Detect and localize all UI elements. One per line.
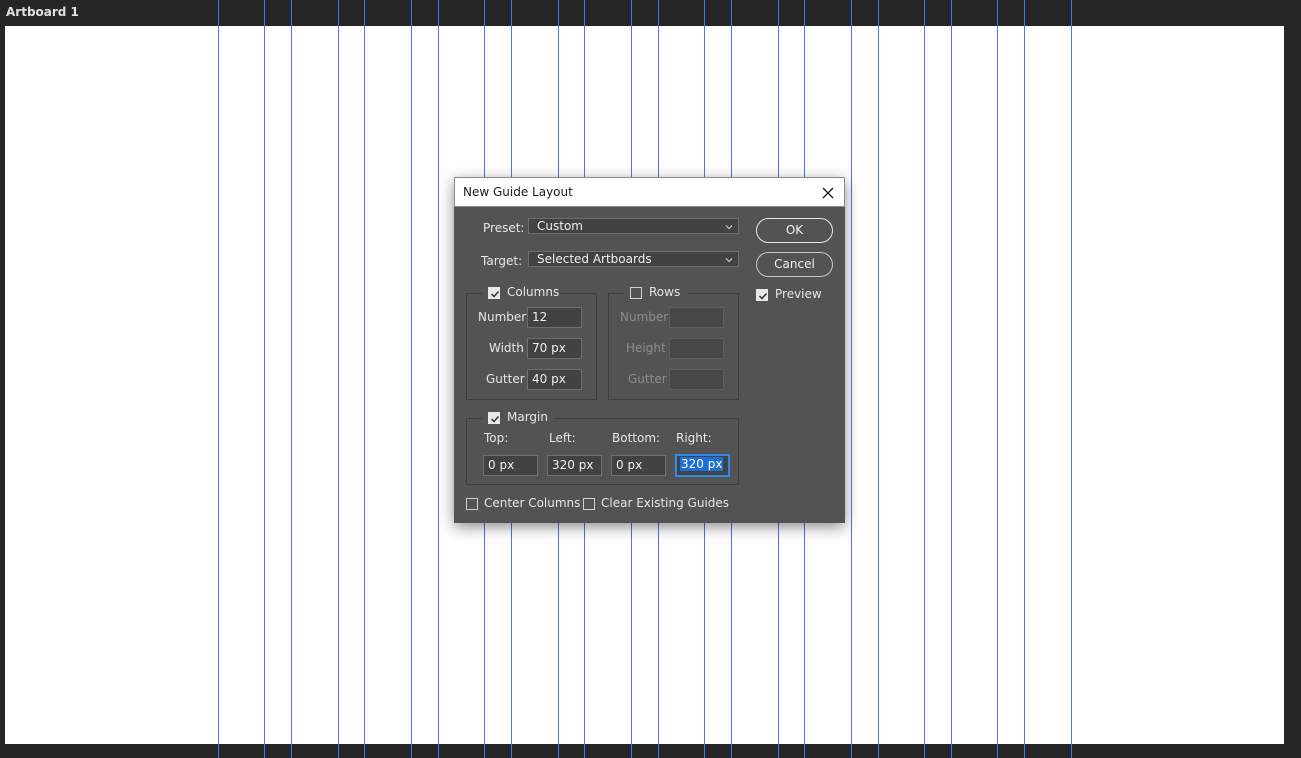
margin-bottom-label: Bottom: <box>612 431 661 445</box>
columns-width-input[interactable]: 70 px <box>527 338 582 359</box>
guide-line <box>364 0 365 758</box>
columns-gutter-label: Gutter <box>486 372 525 386</box>
chevron-down-icon <box>724 221 734 231</box>
rows-number-input <box>669 307 724 328</box>
rows-gutter-input <box>669 369 724 390</box>
margin-right-input[interactable]: 320 px <box>675 454 730 477</box>
preview-checkbox[interactable] <box>756 289 768 301</box>
margin-left-input[interactable]: 320 px <box>547 455 602 476</box>
guide-line <box>1071 0 1072 758</box>
preset-select[interactable]: Custom <box>528 218 739 234</box>
guide-line <box>924 0 925 758</box>
guide-line <box>218 0 219 758</box>
preview-label: Preview <box>775 287 822 301</box>
guide-line <box>411 0 412 758</box>
guide-line <box>1024 0 1025 758</box>
margin-right-selected-text: 320 px <box>680 457 724 471</box>
guide-line <box>878 0 879 758</box>
close-icon[interactable] <box>818 183 838 203</box>
rows-height-label: Height <box>626 341 666 355</box>
margin-top-input[interactable]: 0 px <box>483 455 538 476</box>
target-value: Selected Artboards <box>537 252 652 266</box>
new-guide-layout-dialog: New Guide Layout Preset: Custom Target: … <box>454 177 845 523</box>
guide-line <box>951 0 952 758</box>
rows-gutter-label: Gutter <box>628 372 667 386</box>
center-columns-label: Center Columns <box>484 496 581 510</box>
dialog-title: New Guide Layout <box>463 185 573 199</box>
rows-label: Rows <box>649 285 681 299</box>
dialog-titlebar[interactable]: New Guide Layout <box>454 177 845 207</box>
columns-checkbox[interactable] <box>488 287 500 299</box>
chevron-down-icon <box>724 254 734 264</box>
preset-label: Preset: <box>483 221 525 235</box>
guide-line <box>997 0 998 758</box>
target-label: Target: <box>481 254 523 268</box>
guide-line <box>851 0 852 758</box>
margin-label: Margin <box>507 410 548 424</box>
margin-left-label: Left: <box>549 431 576 445</box>
guide-line <box>338 0 339 758</box>
ok-button[interactable]: OK <box>756 218 833 243</box>
columns-number-input[interactable]: 12 <box>527 307 582 328</box>
rows-height-input <box>669 338 724 359</box>
margin-bottom-input[interactable]: 0 px <box>611 455 666 476</box>
margin-checkbox[interactable] <box>488 412 500 424</box>
cancel-button[interactable]: Cancel <box>756 252 833 277</box>
clear-existing-guides-checkbox[interactable] <box>583 498 595 510</box>
artboard-label: Artboard 1 <box>6 5 79 19</box>
columns-gutter-input[interactable]: 40 px <box>527 369 582 390</box>
columns-label: Columns <box>507 285 560 299</box>
columns-width-label: Width <box>489 341 524 355</box>
target-select[interactable]: Selected Artboards <box>528 251 739 267</box>
rows-checkbox[interactable] <box>630 287 642 299</box>
rows-number-label: Number <box>620 310 669 324</box>
guide-line <box>438 0 439 758</box>
margin-top-label: Top: <box>484 431 509 445</box>
clear-existing-guides-label: Clear Existing Guides <box>601 496 730 510</box>
columns-number-label: Number <box>478 310 527 324</box>
guide-line <box>291 0 292 758</box>
center-columns-checkbox[interactable] <box>466 498 478 510</box>
guide-line <box>264 0 265 758</box>
preset-value: Custom <box>537 219 583 233</box>
margin-right-label: Right: <box>676 431 712 445</box>
